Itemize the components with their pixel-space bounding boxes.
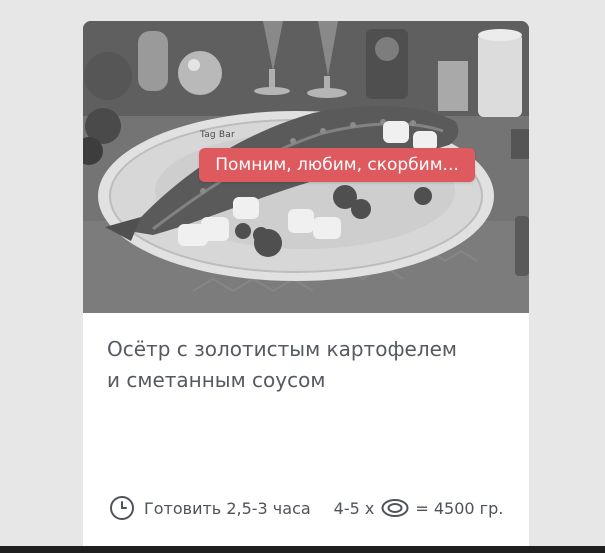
servings-count: 4-5 x	[333, 498, 375, 518]
plate-icon	[381, 498, 409, 518]
recipe-title-line-1: Осётр с золотистым картофелем	[107, 337, 458, 361]
recipe-meta: Готовить 2,5-3 часа 4-5 x = 4500 гр.	[109, 494, 503, 522]
recipe-photo[interactable]: Tag Bar Помним, любим, скорбим...	[83, 21, 529, 313]
bottom-bar	[0, 546, 605, 553]
cook-time: Готовить 2,5-3 часа	[144, 498, 311, 518]
recipe-title-line-2: и сметанным соусом	[107, 368, 326, 392]
clock-icon	[109, 495, 135, 521]
tag-bar-label: Tag Bar	[200, 130, 235, 140]
memorial-tag[interactable]: Помним, любим, скорбим...	[199, 148, 475, 182]
recipe-card[interactable]: Tag Bar Помним, любим, скорбим... Осётр …	[83, 21, 529, 553]
total-weight: = 4500 гр.	[415, 498, 504, 518]
recipe-title[interactable]: Осётр с золотистым картофелем и сметанны…	[107, 334, 507, 396]
page: Tag Bar Помним, любим, скорбим... Осётр …	[0, 0, 605, 553]
